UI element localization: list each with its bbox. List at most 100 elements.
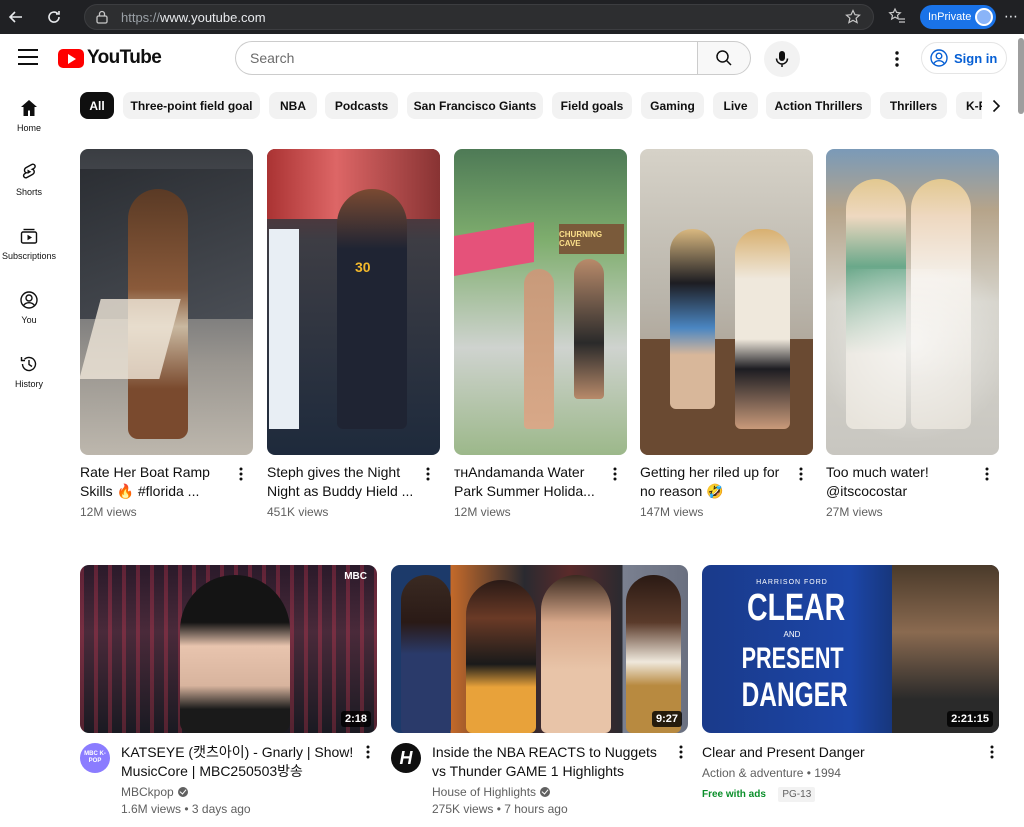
poster-title-line1: CLEAR <box>747 587 846 629</box>
short-thumbnail[interactable] <box>826 149 999 455</box>
free-with-ads-badge: Free with ads <box>702 789 766 800</box>
youtube-header: YouTube Sign in <box>0 34 1024 84</box>
vertical-dots-icon <box>613 467 617 481</box>
chip-san-francisco-giants[interactable]: San Francisco Giants <box>407 92 543 119</box>
vertical-dots-icon <box>426 467 430 481</box>
video-title[interactable]: Inside the NBA REACTS to Nuggets vs Thun… <box>432 743 672 781</box>
video-info: MBC K-POP KATSEYE (캣츠아이) - Gnarly | Show… <box>80 743 377 816</box>
scrollbar-thumb[interactable] <box>1018 38 1024 114</box>
account-circle-icon <box>930 49 948 67</box>
back-button[interactable] <box>0 0 32 34</box>
short-menu-button[interactable] <box>799 467 803 486</box>
rating-badge: PG-13 <box>778 787 816 802</box>
video-info: Clear and Present Danger Action & advent… <box>702 743 999 802</box>
sidebar-item-home[interactable]: Home <box>0 84 58 148</box>
short-thumbnail[interactable]: CHURNING CAVE <box>454 149 627 455</box>
video-title[interactable]: KATSEYE (캣츠아이) - Gnarly | Show! MusicCor… <box>121 743 356 781</box>
chip-live[interactable]: Live <box>713 92 758 119</box>
short-title[interactable]: Rate Her Boat Ramp Skills 🔥 #florida ... <box>80 463 230 501</box>
short-menu-button[interactable] <box>426 467 430 486</box>
channel-name-row[interactable]: House of Highlights <box>432 785 672 799</box>
video-duration: 2:21:15 <box>947 711 993 727</box>
poster-title-line4: DANGER <box>741 676 848 714</box>
short-views: 12M views <box>80 505 137 519</box>
sign-in-label: Sign in <box>954 50 998 66</box>
channel-name[interactable]: MBCkpop <box>121 785 174 799</box>
video-card[interactable]: 9:27 H Inside the NBA REACTS to Nuggets … <box>391 565 688 816</box>
movie-genre-year: Action & adventure • 1994 <box>702 766 841 780</box>
sidebar-item-you[interactable]: You <box>0 276 58 340</box>
chip-field-goals[interactable]: Field goals <box>552 92 632 119</box>
short-menu-button[interactable] <box>985 467 989 486</box>
short-thumbnail[interactable]: 30 <box>267 149 440 455</box>
short-title[interactable]: Getting her riled up for no reason 🤣 <box>640 463 790 501</box>
inprivate-badge[interactable]: InPrivate <box>920 5 996 29</box>
address-bar[interactable]: https://www.youtube.com <box>84 4 874 30</box>
short-thumbnail[interactable] <box>80 149 253 455</box>
video-card[interactable]: HARRISON FORD CLEAR AND PRESENT DANGER 2… <box>702 565 999 802</box>
chip-action-thrillers[interactable]: Action Thrillers <box>766 92 871 119</box>
short-title[interactable]: Too much water! @itscocostar <box>826 463 976 501</box>
favorites-icon[interactable] <box>888 7 906 30</box>
chip-three-point-field-goal[interactable]: Three-point field goal <box>123 92 260 119</box>
video-thumbnail[interactable]: HARRISON FORD CLEAR AND PRESENT DANGER 2… <box>702 565 999 733</box>
short-item[interactable]: Rate Her Boat Ramp Skills 🔥 #florida ...… <box>80 149 253 519</box>
vertical-dots-icon <box>985 467 989 481</box>
short-item[interactable]: CHURNING CAVE ᴛʜAndamanda Water Park Sum… <box>454 149 627 519</box>
channel-name-row[interactable]: MBCkpop <box>121 785 356 799</box>
hamburger-menu-icon[interactable] <box>18 49 38 65</box>
chip-nba[interactable]: NBA <box>269 92 317 119</box>
short-title[interactable]: ᴛʜAndamanda Water Park Summer Holida... <box>454 463 604 501</box>
refresh-button[interactable] <box>38 0 70 34</box>
video-stats: 275K views • 7 hours ago <box>432 802 568 816</box>
short-menu-button[interactable] <box>239 467 243 486</box>
short-item[interactable]: Getting her riled up for no reason 🤣 147… <box>640 149 813 519</box>
chip-gaming[interactable]: Gaming <box>641 92 704 119</box>
sidebar-item-label: History <box>14 379 43 389</box>
shorts-icon <box>22 163 36 179</box>
settings-more-button[interactable] <box>887 47 907 71</box>
video-thumbnail[interactable]: 9:27 <box>391 565 688 733</box>
logo-text: YouTube <box>87 47 162 68</box>
video-duration: 2:18 <box>340 711 371 727</box>
sidebar-item-shorts[interactable]: Shorts <box>0 148 58 212</box>
video-menu-button[interactable] <box>990 745 994 764</box>
video-card[interactable]: MBC 2:18 MBC K-POP KATSEYE (캣츠아이) - Gnar… <box>80 565 377 816</box>
chip-all[interactable]: All <box>80 92 114 119</box>
sidebar-item-label: Subscriptions <box>1 251 57 261</box>
sidebar-item-label: Shorts <box>15 187 42 197</box>
channel-avatar[interactable]: H <box>391 743 421 773</box>
voice-search-button[interactable] <box>764 41 800 77</box>
favorite-star-icon[interactable] <box>845 9 861 30</box>
channel-avatar[interactable]: MBC K-POP <box>80 743 110 773</box>
short-title[interactable]: Steph gives the Night Night as Buddy Hie… <box>267 463 417 501</box>
chips-next-button[interactable] <box>982 92 1010 119</box>
chip-thrillers[interactable]: Thrillers <box>880 92 947 119</box>
sidebar-item-history[interactable]: History <box>0 340 58 404</box>
short-item[interactable]: Too much water! @itscocostar 27M views <box>826 149 999 519</box>
video-title[interactable]: Clear and Present Danger <box>702 743 972 762</box>
avatar-text: H <box>399 747 413 768</box>
vertical-dots-icon <box>895 51 899 67</box>
sidebar-item-subscriptions[interactable]: Subscriptions <box>0 212 58 276</box>
history-icon <box>20 356 37 372</box>
channel-name[interactable]: House of Highlights <box>432 785 536 799</box>
short-views: 451K views <box>267 505 329 519</box>
short-views: 147M views <box>640 505 704 519</box>
sidebar-item-label: Home <box>16 123 41 133</box>
youtube-play-icon <box>58 48 84 68</box>
search-input[interactable] <box>250 50 697 66</box>
video-thumbnail[interactable]: MBC 2:18 <box>80 565 377 733</box>
vertical-dots-icon <box>239 467 243 481</box>
short-menu-button[interactable] <box>613 467 617 486</box>
video-menu-button[interactable] <box>366 745 370 764</box>
search-button[interactable] <box>697 41 751 75</box>
vertical-dots-icon <box>366 745 370 759</box>
short-item[interactable]: 30 Steph gives the Night Night as Buddy … <box>267 149 440 519</box>
video-menu-button[interactable] <box>679 745 683 764</box>
youtube-logo[interactable]: YouTube <box>58 47 162 69</box>
chip-podcasts[interactable]: Podcasts <box>325 92 398 119</box>
browser-more-icon[interactable]: ⋯ <box>1004 8 1018 25</box>
sign-in-button[interactable]: Sign in <box>921 42 1007 74</box>
short-thumbnail[interactable] <box>640 149 813 455</box>
